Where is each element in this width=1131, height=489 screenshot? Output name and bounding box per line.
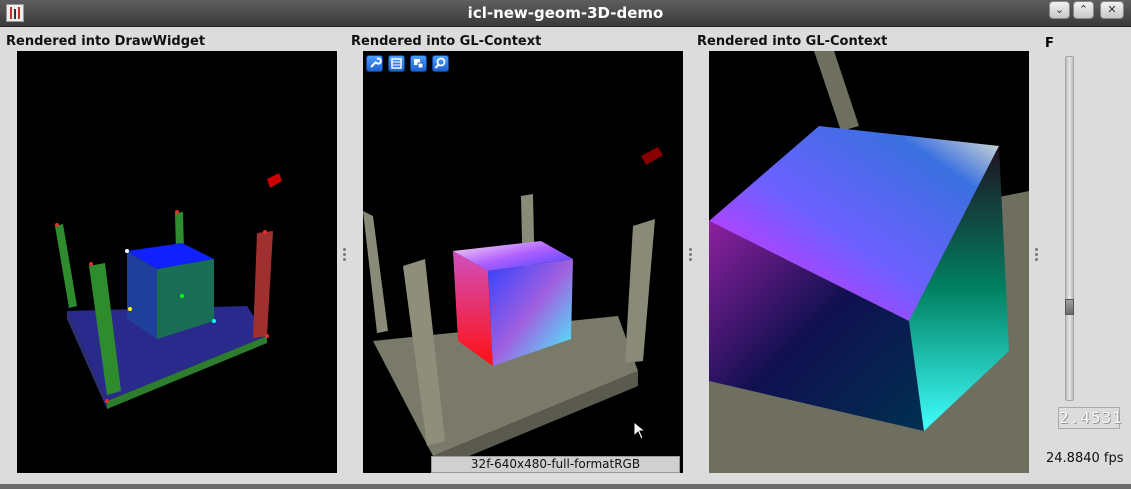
panel-label-drawwidget: Rendered into DrawWidget <box>6 34 206 49</box>
image-format-label: 32f-640x480-full-formatRGB <box>431 456 680 473</box>
close-button[interactable]: ✕ <box>1100 1 1124 19</box>
splitter-3[interactable] <box>1035 248 1039 262</box>
wrench-icon[interactable] <box>366 55 383 72</box>
window-bottom-border <box>0 484 1131 489</box>
slider-label: F <box>1045 36 1054 51</box>
panel-label-gl-2: Rendered into GL-Context <box>697 34 888 49</box>
splitter-2[interactable] <box>689 248 693 262</box>
title-bar: icl-new-geom-3D-demo ⌄ ⌃ ✕ <box>0 0 1131 27</box>
gl-view-2[interactable] <box>709 51 1029 473</box>
fps-readout: 24.8840 fps <box>1046 451 1124 466</box>
value-slider[interactable] <box>1065 56 1074 401</box>
window-title: icl-new-geom-3D-demo <box>467 4 664 22</box>
gl-view-1[interactable] <box>363 51 683 473</box>
minimize-button[interactable]: ⌄ <box>1049 1 1070 19</box>
slider-handle[interactable] <box>1065 299 1074 315</box>
lcd-value-display: 2.4531 <box>1058 407 1123 429</box>
zoom-icon[interactable] <box>432 55 449 72</box>
panel-label-gl-1: Rendered into GL-Context <box>351 34 542 49</box>
maximize-button[interactable]: ⌃ <box>1073 1 1094 19</box>
drawwidget-view[interactable] <box>17 51 337 473</box>
list-icon[interactable] <box>388 55 405 72</box>
splitter-1[interactable] <box>343 248 347 262</box>
mouse-cursor-icon <box>633 421 647 440</box>
layers-icon[interactable] <box>410 55 427 72</box>
